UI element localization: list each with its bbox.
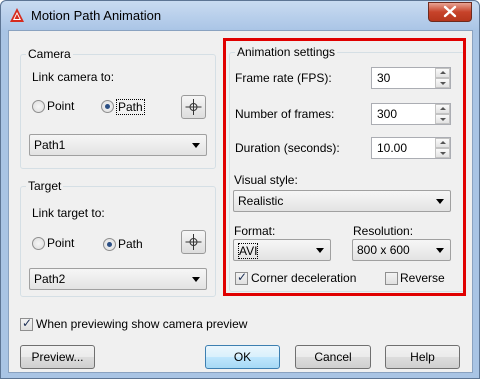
duration-value: 10.00 xyxy=(377,141,408,155)
cancel-button[interactable]: Cancel xyxy=(295,345,371,369)
target-group-title: Target xyxy=(26,179,64,193)
spin-buttons xyxy=(435,68,450,88)
camera-pick-button[interactable] xyxy=(181,95,206,119)
corner-deceleration-label[interactable]: Corner deceleration xyxy=(251,271,356,285)
animation-settings-title: Animation settings xyxy=(235,45,338,59)
target-path-value: Path2 xyxy=(34,272,66,286)
format-value: AVI xyxy=(238,243,259,259)
duration-spinner[interactable]: 10.00 xyxy=(371,137,451,159)
title-bar[interactable]: Motion Path Animation xyxy=(1,1,479,30)
spin-up-icon[interactable] xyxy=(435,138,450,148)
spin-buttons xyxy=(435,104,450,124)
ok-button[interactable]: OK xyxy=(205,345,280,369)
spin-down-icon[interactable] xyxy=(435,114,450,124)
camera-path-value: Path1 xyxy=(34,138,66,152)
close-button[interactable] xyxy=(428,2,472,22)
format-label: Format: xyxy=(234,224,276,238)
window-title: Motion Path Animation xyxy=(31,8,162,23)
target-path-select[interactable]: Path2 xyxy=(29,268,207,290)
frames-value: 300 xyxy=(377,107,398,121)
format-select[interactable]: AVI xyxy=(233,239,331,261)
resolution-select[interactable]: 800 x 600 xyxy=(352,239,451,261)
camera-preview-checkbox[interactable] xyxy=(20,316,33,331)
target-path-label[interactable]: Path xyxy=(118,237,143,251)
chevron-down-icon xyxy=(192,143,200,148)
frame-rate-value: 30 xyxy=(377,71,391,85)
camera-path-label[interactable]: Path xyxy=(116,99,145,115)
corner-deceleration-checkbox[interactable] xyxy=(235,270,248,285)
chevron-down-icon xyxy=(192,277,200,282)
camera-preview-label[interactable]: When previewing show camera preview xyxy=(36,317,247,331)
spin-down-icon[interactable] xyxy=(435,148,450,158)
chevron-down-icon xyxy=(436,199,444,204)
reverse-label[interactable]: Reverse xyxy=(400,271,445,285)
spin-buttons xyxy=(435,138,450,158)
dialog-body: Camera Link camera to: Point Path Path1 … xyxy=(8,30,473,373)
help-button[interactable]: Help xyxy=(385,345,460,369)
autocad-icon xyxy=(10,8,24,22)
dialog-window: Motion Path Animation Camera Link camera… xyxy=(0,0,480,379)
camera-group-title: Camera xyxy=(26,47,73,61)
spin-up-icon[interactable] xyxy=(435,68,450,78)
resolution-label: Resolution: xyxy=(353,224,414,238)
reverse-checkbox[interactable] xyxy=(385,272,398,285)
frame-rate-spinner[interactable]: 30 xyxy=(371,67,451,89)
frames-spinner[interactable]: 300 xyxy=(371,103,451,125)
close-icon xyxy=(443,5,457,18)
frames-label: Number of frames: xyxy=(235,107,335,121)
camera-point-label[interactable]: Point xyxy=(47,99,74,113)
target-path-radio[interactable] xyxy=(103,238,116,251)
target-point-radio[interactable] xyxy=(32,237,45,250)
target-point-label[interactable]: Point xyxy=(47,236,74,250)
frame-rate-label: Frame rate (FPS): xyxy=(235,71,332,85)
pick-point-icon xyxy=(185,234,202,250)
link-camera-label: Link camera to: xyxy=(32,70,115,84)
visual-style-value: Realistic xyxy=(238,194,284,208)
spin-down-icon[interactable] xyxy=(435,78,450,88)
link-target-label: Link target to: xyxy=(32,206,105,220)
resolution-value: 800 x 600 xyxy=(357,243,410,257)
camera-path-radio[interactable] xyxy=(101,100,114,113)
camera-path-select[interactable]: Path1 xyxy=(29,134,207,156)
chevron-down-icon xyxy=(436,248,444,253)
camera-point-radio[interactable] xyxy=(32,100,45,113)
target-pick-button[interactable] xyxy=(181,230,206,254)
preview-button[interactable]: Preview... xyxy=(20,345,95,369)
chevron-down-icon xyxy=(316,248,324,253)
visual-style-label: Visual style: xyxy=(234,173,298,187)
spin-up-icon[interactable] xyxy=(435,104,450,114)
duration-label: Duration (seconds): xyxy=(235,141,340,155)
visual-style-select[interactable]: Realistic xyxy=(233,190,451,212)
pick-point-icon xyxy=(185,99,202,115)
